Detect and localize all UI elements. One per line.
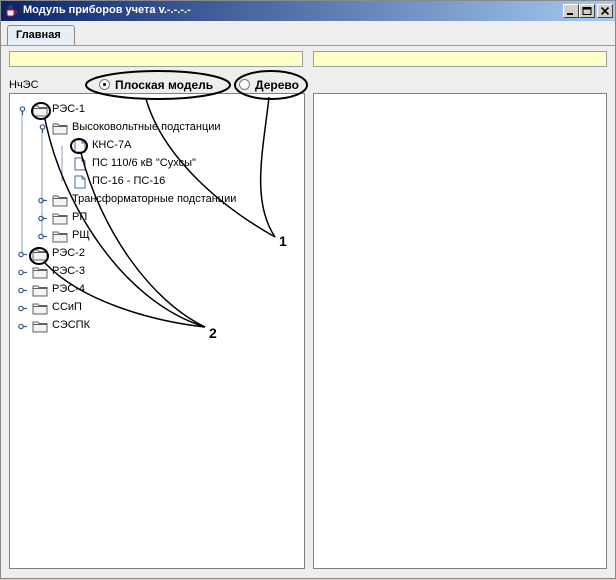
- main-window: Модуль приборов учета v.-.-.-.- Главная …: [0, 0, 616, 579]
- tree-node[interactable]: РЭС-3: [10, 264, 300, 280]
- right-status-field[interactable]: [313, 51, 607, 67]
- folder-icon: [32, 321, 48, 333]
- tree-handle-collapsed-icon[interactable]: [18, 250, 27, 259]
- tree-node-label: РЭС-3: [52, 265, 85, 277]
- tree-node[interactable]: ПС-16 - ПС-16: [10, 174, 300, 190]
- radio-flat-model-label: Плоская модель: [115, 78, 214, 92]
- tree-node-label: ПС 110/6 кВ "Сухсы": [92, 157, 196, 169]
- tree-node[interactable]: ПС 110/6 кВ "Сухсы": [10, 156, 300, 172]
- close-button[interactable]: [597, 4, 613, 18]
- filter-label: НчЭС: [9, 79, 39, 91]
- maximize-button[interactable]: [579, 4, 595, 18]
- tree-handle-collapsed-icon[interactable]: [38, 196, 47, 205]
- minimize-icon: [567, 13, 573, 15]
- tree-handle-expanded-icon[interactable]: [38, 124, 47, 133]
- minimize-button[interactable]: [563, 4, 579, 18]
- radio-tree-indicator: [239, 79, 250, 90]
- tree-node-label: СЭСПК: [52, 319, 90, 331]
- tree-node-label: Трансформаторные подстанции: [72, 193, 237, 205]
- left-status-field[interactable]: [9, 51, 303, 67]
- window-title: Модуль приборов учета v.-.-.-.-: [23, 4, 191, 16]
- details-panel[interactable]: [313, 93, 607, 569]
- radio-flat-model-indicator: [99, 79, 110, 90]
- folder-icon: [32, 285, 48, 297]
- tree-node-label: РП: [72, 211, 88, 223]
- tree-node[interactable]: РЩ: [10, 228, 300, 244]
- tree-node-label: РЭС-1: [52, 103, 85, 115]
- title-bar[interactable]: Модуль приборов учета v.-.-.-.-: [1, 1, 615, 21]
- tree-node[interactable]: Высоковольтные подстанции: [10, 120, 300, 136]
- tab-strip: Главная: [1, 21, 615, 46]
- callout-label-1: 1: [279, 233, 287, 249]
- maximize-icon: [582, 7, 592, 15]
- folder-icon: [52, 231, 68, 243]
- tree-node-label: РЭС-2: [52, 247, 85, 259]
- tree-node[interactable]: РЭС-4: [10, 282, 300, 298]
- folder-icon: [52, 195, 68, 207]
- document-icon: [74, 139, 86, 153]
- tree-node[interactable]: СЭСПК: [10, 318, 300, 334]
- tree-handle-collapsed-icon[interactable]: [18, 322, 27, 331]
- tree-node-label: РЩ: [72, 229, 90, 241]
- tab-main-label: Главная: [16, 29, 61, 41]
- tree-handle-collapsed-icon[interactable]: [38, 214, 47, 223]
- folder-icon: [32, 105, 48, 117]
- folder-icon: [52, 123, 68, 135]
- radio-tree-label: Дерево: [255, 78, 299, 92]
- tree-node-label: ПС-16 - ПС-16: [92, 175, 166, 187]
- tree-handle-collapsed-icon[interactable]: [18, 304, 27, 313]
- close-icon: [600, 7, 610, 15]
- folder-icon: [32, 303, 48, 315]
- tree-node[interactable]: РЭС-2: [10, 246, 300, 262]
- tree-handle-collapsed-icon[interactable]: [38, 232, 47, 241]
- tree-handle-collapsed-icon[interactable]: [18, 286, 27, 295]
- document-icon: [74, 175, 86, 189]
- tab-main[interactable]: Главная: [7, 25, 75, 45]
- callout-label-2: 2: [209, 325, 217, 341]
- tree-node-label: ССиП: [52, 301, 82, 313]
- tree-node-label: КНС-7А: [92, 139, 132, 151]
- folder-icon: [52, 213, 68, 225]
- tree-node-label: РЭС-4: [52, 283, 85, 295]
- tree-node[interactable]: КНС-7А: [10, 138, 300, 154]
- tree-handle-expanded-icon[interactable]: [18, 106, 27, 115]
- tree-node[interactable]: РЭС-1: [10, 102, 300, 118]
- tree-node[interactable]: Трансформаторные подстанции: [10, 192, 300, 208]
- document-icon: [74, 157, 86, 171]
- tree-handle-collapsed-icon[interactable]: [18, 268, 27, 277]
- tree-panel[interactable]: РЭС-1 Высоковольтные подстанции КНС-7А ПС 1…: [9, 93, 305, 569]
- folder-icon: [32, 249, 48, 261]
- tree-node-label: Высоковольтные подстанции: [72, 121, 221, 133]
- tree-node[interactable]: ССиП: [10, 300, 300, 316]
- tree-node[interactable]: РП: [10, 210, 300, 226]
- java-cup-icon: [6, 4, 17, 17]
- folder-icon: [32, 267, 48, 279]
